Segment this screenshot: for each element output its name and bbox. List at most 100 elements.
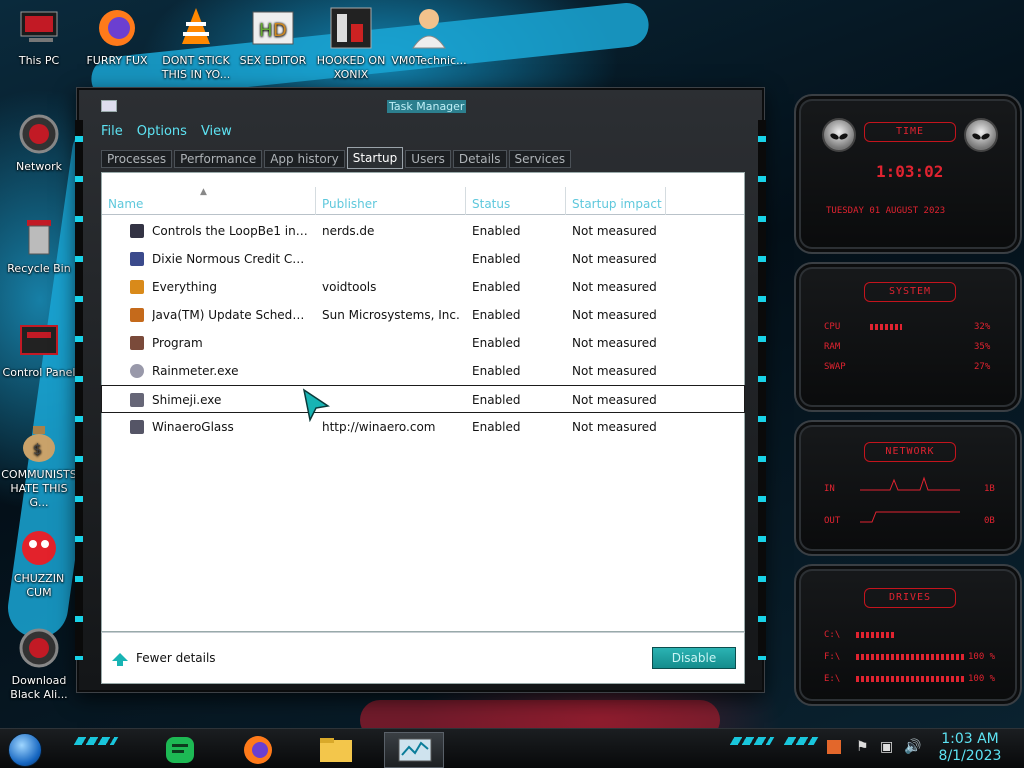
table-row[interactable]: WinaeroGlass http://winaero.com Enabled Not… bbox=[102, 413, 744, 441]
taskbar-task-manager[interactable] bbox=[384, 732, 444, 768]
table-row[interactable]: Dixie Normous Credit Card S... Enabled Not… bbox=[102, 245, 744, 273]
title-bar[interactable]: Task Manager bbox=[79, 90, 762, 113]
rainmeter-system-panel: SYSTEM CPU 32% RAM 35% SWAP 27% bbox=[794, 262, 1022, 412]
taskbar: ⚑ ▣ 🔊 1:03 AM 8/1/2023 bbox=[0, 728, 1024, 768]
menu-options[interactable]: Options bbox=[137, 124, 187, 144]
taskbar-firefox[interactable] bbox=[228, 732, 288, 768]
tab-users[interactable]: Users bbox=[405, 150, 451, 168]
rainmeter-time-panel: TIME 1:03:02 TUESDAY 01 AUGUST 2023 bbox=[794, 94, 1022, 254]
hex-editor-icon: HD bbox=[251, 6, 295, 50]
row-name: Java(TM) Update Scheduler bbox=[152, 308, 310, 322]
net-in-value: 1B bbox=[984, 484, 995, 494]
up-arrow-icon bbox=[112, 653, 128, 666]
chat-bubble-icon bbox=[166, 737, 194, 763]
firefox-icon bbox=[244, 736, 272, 764]
row-status: Enabled bbox=[472, 393, 521, 407]
tab-processes[interactable]: Processes bbox=[101, 150, 173, 168]
time-clock: 1:03:02 bbox=[876, 162, 944, 181]
money-bag-icon: $ bbox=[17, 420, 61, 464]
svg-text:$: $ bbox=[33, 442, 42, 458]
tab-services[interactable]: Services bbox=[508, 150, 572, 168]
alien-orb-icon bbox=[17, 112, 61, 156]
system-header: SYSTEM bbox=[864, 282, 956, 302]
row-startup-impact: Not measured bbox=[572, 280, 657, 294]
cpu-value: 32% bbox=[974, 322, 991, 332]
col-startup-impact[interactable]: Startup impact bbox=[566, 187, 666, 215]
technician-person-icon bbox=[407, 6, 451, 50]
row-publisher: http://winaero.com bbox=[322, 420, 436, 434]
tab-startup[interactable]: Startup bbox=[346, 147, 404, 169]
col-publisher[interactable]: Publisher bbox=[316, 187, 466, 215]
net-out-graph bbox=[860, 511, 960, 523]
control-panel-icon bbox=[17, 318, 61, 362]
row-publisher: Sun Microsystems, Inc. bbox=[322, 308, 460, 322]
tab-app-history[interactable]: App history bbox=[264, 150, 345, 168]
desktop-icon-firefox[interactable]: FURRY FUX bbox=[78, 6, 156, 68]
desktop-icon-recycle-bin[interactable]: Recycle Bin bbox=[0, 214, 78, 276]
drive-f-value: 100 % bbox=[968, 652, 996, 662]
row-startup-impact: Not measured bbox=[572, 252, 657, 266]
rows-container: Controls the LoopBe1 intern... nerds.de En… bbox=[101, 217, 745, 441]
table-row[interactable]: Program Enabled Not measured bbox=[102, 329, 744, 357]
disable-button[interactable]: Disable bbox=[652, 647, 736, 669]
svg-text:D: D bbox=[273, 20, 287, 41]
flag-icon[interactable]: ⚑ bbox=[856, 739, 869, 755]
row-startup-impact: Not measured bbox=[572, 224, 657, 238]
magnifier-icon bbox=[130, 280, 144, 294]
raindrop-icon bbox=[130, 364, 144, 378]
desktop-icon-technician[interactable]: VM0Technic... bbox=[390, 6, 468, 68]
tray-app-icon[interactable] bbox=[826, 739, 842, 759]
alien-head-icon bbox=[822, 118, 856, 152]
desktop-icon-control-panel[interactable]: Control Panel bbox=[0, 318, 78, 380]
net-in-label: IN bbox=[824, 484, 835, 494]
network-icon[interactable]: ▣ bbox=[880, 739, 893, 755]
desktop-icon-communists[interactable]: $ COMMUNISTS HATE THIS G... bbox=[0, 420, 78, 510]
start-button[interactable] bbox=[8, 733, 42, 767]
menu-file[interactable]: File bbox=[101, 124, 123, 144]
volume-icon[interactable]: 🔊 bbox=[904, 739, 921, 755]
table-row[interactable]: Controls the LoopBe1 intern... nerds.de En… bbox=[102, 217, 744, 245]
row-name: Controls the LoopBe1 intern... bbox=[152, 224, 310, 238]
desktop-icon-vlc[interactable]: DONT STICK THIS IN YO... bbox=[156, 6, 236, 82]
drive-c-label: C:\ bbox=[824, 630, 841, 640]
credit-card-icon bbox=[130, 252, 144, 266]
row-name: Everything bbox=[152, 280, 217, 294]
desktop-icon-chuzzle[interactable]: CHUZZIN CUM bbox=[0, 524, 78, 600]
row-name: Program bbox=[152, 336, 203, 350]
menu-view[interactable]: View bbox=[201, 124, 232, 144]
taskbar-chat-app[interactable] bbox=[150, 732, 210, 768]
row-name: WinaeroGlass bbox=[152, 420, 234, 434]
col-name[interactable]: Name bbox=[102, 187, 316, 215]
tab-details[interactable]: Details bbox=[452, 150, 507, 168]
table-row[interactable]: Shimeji.exe Enabled Not measured bbox=[101, 385, 745, 413]
vlc-cone-icon bbox=[174, 6, 218, 50]
recycle-bin-icon bbox=[17, 214, 61, 258]
alien-orb-icon bbox=[17, 626, 61, 670]
table-row[interactable]: Rainmeter.exe Enabled Not measured bbox=[102, 357, 744, 385]
row-status: Enabled bbox=[472, 364, 521, 378]
drive-e-label: E:\ bbox=[824, 674, 841, 684]
drive-f-label: F:\ bbox=[824, 652, 841, 662]
desktop-icon-xonix[interactable]: HOOKED ON XONIX bbox=[312, 6, 390, 82]
desktop-icon-this-pc[interactable]: This PC bbox=[0, 6, 78, 68]
firefox-icon bbox=[95, 6, 139, 50]
table-row[interactable]: Java(TM) Update Scheduler Sun Microsystem… bbox=[102, 301, 744, 329]
fewer-details-link[interactable]: Fewer details bbox=[112, 651, 216, 666]
table-row[interactable]: Everything voidtools Enabled Not measured bbox=[102, 273, 744, 301]
taskbar-file-explorer[interactable] bbox=[306, 732, 366, 768]
task-manager-small-icon bbox=[101, 100, 117, 112]
network-header: NETWORK bbox=[864, 442, 956, 462]
row-status: Enabled bbox=[472, 336, 521, 350]
desktop-icon-network[interactable]: Network bbox=[0, 112, 78, 174]
time-header: TIME bbox=[864, 122, 956, 142]
net-in-graph bbox=[860, 476, 960, 491]
desktop-icon-hex-editor[interactable]: HD SEX EDITOR bbox=[234, 6, 312, 68]
tab-performance[interactable]: Performance bbox=[174, 150, 263, 168]
desktop-icon-download[interactable]: Download Black Ali... bbox=[0, 626, 78, 702]
swap-value: 27% bbox=[974, 362, 991, 372]
row-startup-impact: Not measured bbox=[572, 364, 657, 378]
col-status[interactable]: Status bbox=[466, 187, 566, 215]
window-title: Task Manager bbox=[387, 100, 467, 113]
loopbe-icon bbox=[130, 224, 144, 238]
taskbar-clock[interactable]: 1:03 AM 8/1/2023 bbox=[938, 731, 1002, 765]
